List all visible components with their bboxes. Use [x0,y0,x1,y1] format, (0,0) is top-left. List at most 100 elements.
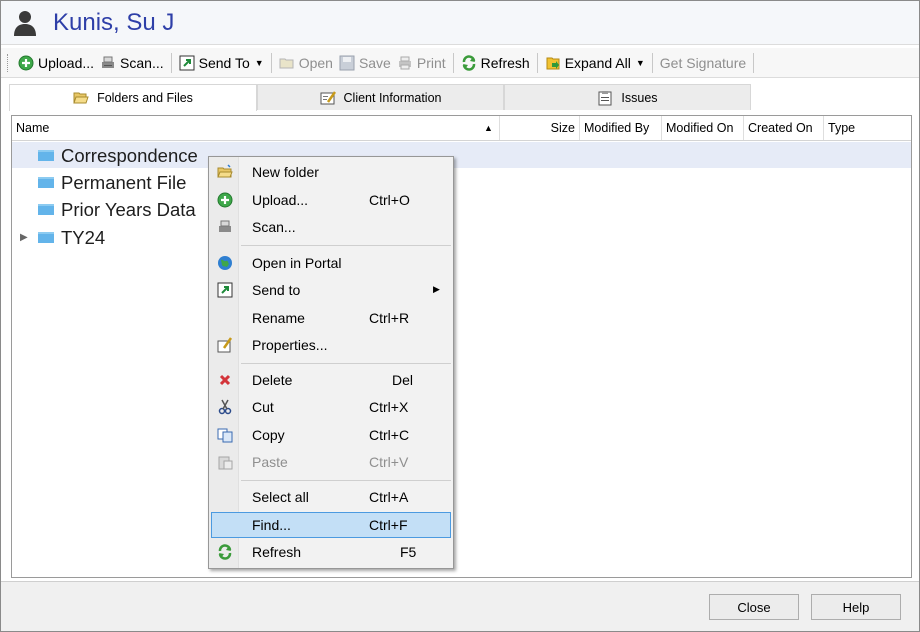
tree-row-label: Prior Years Data [61,198,196,220]
menu-item-shortcut: Ctrl+V [369,454,409,470]
menu-item-label: Scan... [252,219,296,235]
menu-item-upload[interactable]: Upload... Ctrl+O [211,187,451,213]
client-name-title: Kunis, Su J [53,9,175,36]
menu-item-cut[interactable]: Cut Ctrl+X [211,394,451,420]
file-tree-grid: Name ▲ Size Modified By Modified On Crea… [11,115,912,578]
scan-button[interactable]: Scan... [97,51,167,75]
column-header-modified-by[interactable]: Modified By [580,116,662,140]
open-button[interactable]: Open [276,51,336,75]
toolbar-grip [7,53,11,72]
toolbar-separator [270,52,272,73]
menu-item-label: Cut [252,399,274,415]
upload-button[interactable]: Upload... [15,51,97,75]
tab-folders-and-files[interactable]: Folders and Files [9,84,257,111]
delete-icon [219,374,231,386]
folder-icon [38,177,54,188]
tab-strip: Folders and Files Client Information Iss… [9,84,913,111]
menu-separator [241,245,451,246]
open-label: Open [298,54,333,71]
tab-client-information[interactable]: Client Information [257,84,504,110]
scanner-icon [219,220,231,232]
tree-row-label: Correspondence [61,144,198,166]
folder-icon [38,150,54,161]
issues-icon [598,90,612,105]
title-bar: Kunis, Su J [1,1,919,45]
menu-item-label: New folder [252,164,319,180]
sort-ascending-icon: ▲ [484,123,493,133]
column-header-type[interactable]: Type [824,116,911,140]
submenu-arrow-icon: ▶ [433,284,440,294]
menu-item-label: Refresh [252,544,302,560]
menu-item-paste[interactable]: Paste Ctrl+V [211,449,451,475]
menu-item-select-all[interactable]: Select all Ctrl+A [211,484,451,510]
toolbar-separator [651,52,653,73]
menu-separator [241,363,451,364]
menu-item-new-folder[interactable]: New folder [211,159,451,185]
toolbar-separator [536,52,538,73]
printer-icon [398,56,411,69]
send-to-button[interactable]: Send To ▼ [176,51,267,75]
column-header-created-on[interactable]: Created On [744,116,824,140]
expand-all-button[interactable]: Expand All ▼ [542,51,648,75]
scissors-icon [218,399,232,415]
menu-item-open-in-portal[interactable]: Open in Portal [211,250,451,276]
menu-item-shortcut: Ctrl+R [369,310,410,326]
menu-item-send-to[interactable]: Send to ▶ [211,277,451,303]
send-to-icon [179,55,195,70]
properties-icon [217,337,233,353]
menu-item-label: Select all [252,489,309,505]
get-signature-button[interactable]: Get Signature [657,51,749,75]
tab-label: Folders and Files [97,91,193,105]
save-label: Save [358,54,391,71]
menu-item-copy[interactable]: Copy Ctrl+C [211,422,451,448]
menu-item-label: Open in Portal [252,255,342,271]
open-folder-icon [279,58,294,68]
get-signature-label: Get Signature [659,54,747,71]
menu-item-label: Properties... [252,337,328,353]
menu-item-shortcut: Ctrl+C [369,427,410,443]
tab-label: Issues [621,90,658,105]
toolbar: Upload... Scan... Send To ▼ Open Save Pr… [1,48,919,78]
menu-item-rename[interactable]: Rename Ctrl+R [211,305,451,331]
scan-label: Scan... [120,54,164,71]
tab-label: Client Information [343,90,442,105]
context-menu: New folder Upload... Ctrl+O Scan... Open… [208,156,454,569]
toolbar-separator [753,52,755,73]
menu-item-refresh[interactable]: Refresh F5 [211,539,451,565]
column-header-modified-on[interactable]: Modified On [662,116,744,140]
menu-item-delete[interactable]: Delete Del [211,367,451,393]
save-button[interactable]: Save [336,51,394,75]
toolbar-separator [170,52,172,73]
menu-item-scan[interactable]: Scan... [211,214,451,240]
expand-folder-icon [546,57,560,69]
toolbar-separator [452,52,454,73]
menu-item-shortcut: Ctrl+A [369,489,409,505]
menu-item-find[interactable]: Find... Ctrl+F [211,512,451,538]
refresh-button[interactable]: Refresh [458,51,533,75]
refresh-label: Refresh [480,54,530,71]
menu-item-label: Rename [252,310,305,326]
folder-icon [38,204,54,215]
close-button[interactable]: Close [709,594,799,620]
upload-label: Upload... [38,54,95,71]
menu-separator [241,480,451,481]
expand-arrow-icon[interactable]: ▶ [20,232,28,243]
menu-item-properties[interactable]: Properties... [211,332,451,358]
print-button[interactable]: Print [394,51,449,75]
menu-item-shortcut: F5 [400,544,417,560]
menu-item-label: Upload... [252,192,309,208]
chevron-down-icon: ▼ [635,57,645,68]
tree-row-label: Permanent File [61,171,187,193]
menu-item-label: Copy [252,427,285,443]
column-header-name[interactable]: Name [12,116,500,140]
upload-icon [18,55,34,70]
column-header-size[interactable]: Size [500,116,580,140]
menu-item-shortcut: Ctrl+O [369,192,410,208]
print-label: Print [416,54,446,71]
tab-issues[interactable]: Issues [504,84,751,110]
menu-item-shortcut: Ctrl+F [369,517,408,533]
upload-icon [217,192,233,208]
help-button[interactable]: Help [811,594,901,620]
menu-item-label: Find... [252,517,291,533]
client-documents-window: Kunis, Su J Upload... Scan... Send To ▼ … [0,0,920,632]
